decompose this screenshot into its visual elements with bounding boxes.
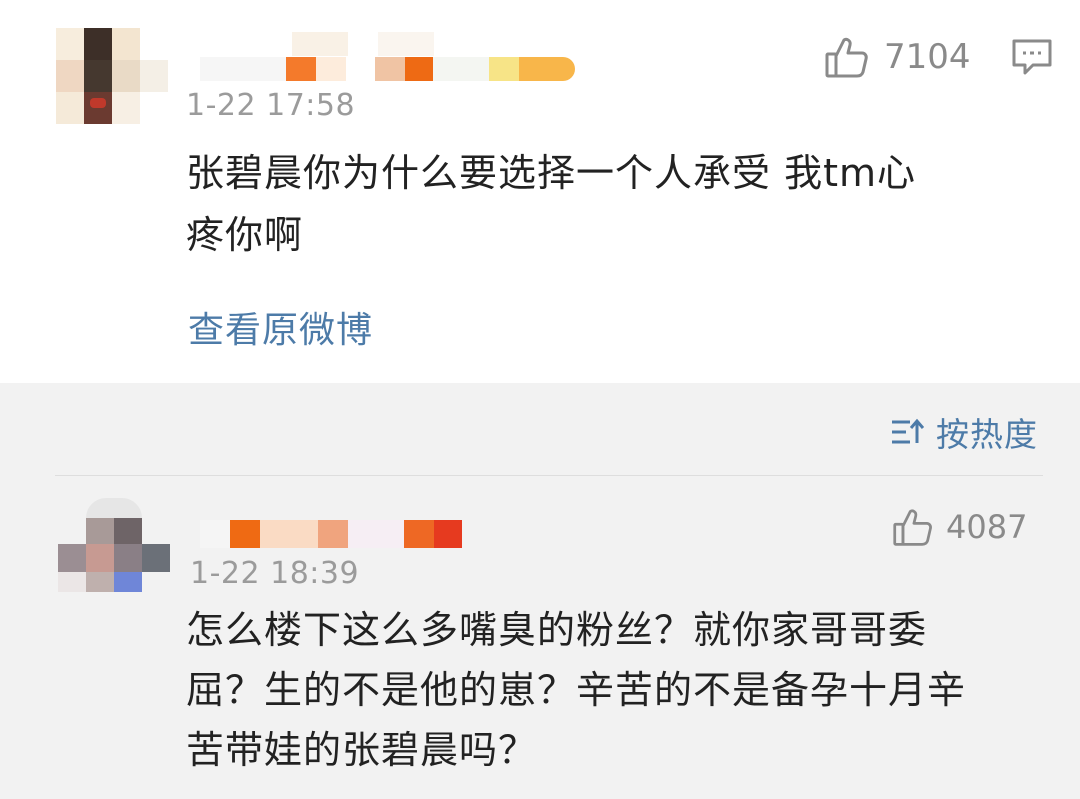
comment-text-line: 张碧晨你为什么要选择一个人承受 我tm心 [186,151,916,195]
like-count: 7104 [884,37,971,77]
comment-text-line: 苦带娃的张碧晨吗？ [186,728,538,772]
comment-timestamp: 1-22 18:39 [190,556,360,591]
comment-text-line: 屈？生的不是他的崽？辛苦的不是备孕十月辛 [186,668,967,712]
divider [55,475,1043,476]
username-blurred-part [378,32,434,56]
avatar[interactable] [58,498,170,592]
view-original-weibo-link[interactable]: 查看原微博 [188,301,373,353]
sort-by-hot-button[interactable]: 按热度 [890,408,1038,456]
comment-text-line: 疼你啊 [186,213,304,257]
comment-text-line: 怎么楼下这么多嘴臭的粉丝？就你家哥哥委 [186,608,928,652]
like-count: 4087 [946,508,1028,546]
thumbs-up-icon [824,34,870,80]
reply-comment-icon[interactable] [1011,38,1053,80]
sort-icon [890,417,936,447]
username-blurred[interactable] [200,57,580,81]
like-button[interactable]: 4087 [892,506,1027,548]
sort-label: 按热度 [936,415,1038,454]
comment-text: 张碧晨你为什么要选择一个人承受 我tm心 疼你啊 [186,142,1046,266]
username-blurred[interactable] [200,520,462,548]
comment-timestamp: 1-22 17:58 [186,88,356,123]
like-button[interactable]: 7104 [824,34,971,80]
comment-text: 怎么楼下这么多嘴臭的粉丝？就你家哥哥委 屈？生的不是他的崽？辛苦的不是备孕十月辛… [186,600,1046,780]
thumbs-up-icon [892,506,934,548]
avatar[interactable] [56,28,168,124]
username-blurred-part [292,32,348,56]
